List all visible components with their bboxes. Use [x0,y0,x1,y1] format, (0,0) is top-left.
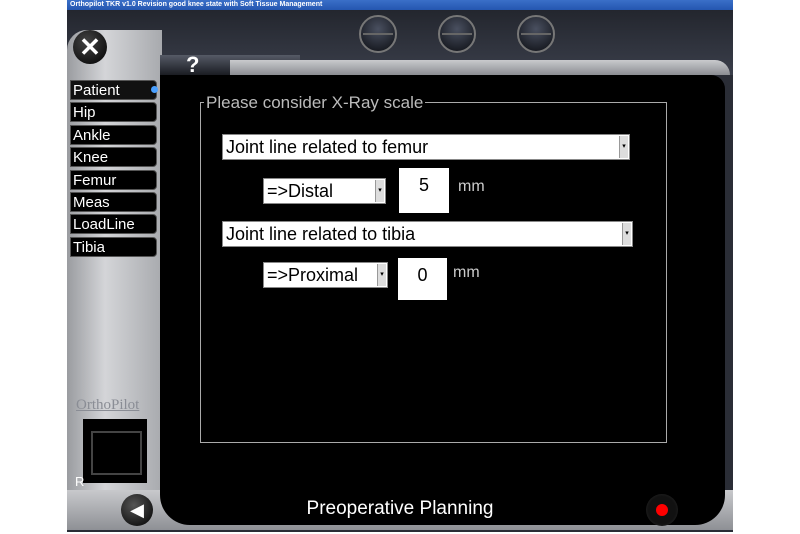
sidebar-item-loadline[interactable]: LoadLine [70,214,157,234]
dropdown-arrow-icon: ▾ [375,180,384,202]
femur-select-value: Joint line related to femur [226,137,429,157]
group-title: Please consider X-Ray scale [204,93,426,113]
femur-unit-label: mm [458,178,485,195]
selected-indicator-icon [151,86,158,93]
sidebar-item-hip[interactable]: Hip [70,102,157,122]
dropdown-arrow-icon: ▾ [622,223,631,245]
tibia-direction-select[interactable]: =>Proximal ▾ [263,262,388,288]
record-button[interactable] [646,494,678,526]
title-bar: Orthopilot TKR v1.0 Revision good knee s… [67,0,733,10]
sidebar-item-patient[interactable]: Patient [70,80,157,100]
femur-joint-line-select[interactable]: Joint line related to femur ▾ [222,134,630,160]
knob-button-1[interactable] [359,15,397,53]
tibia-unit-label: mm [453,264,480,281]
orthopilot-logo: OrthoPilot [76,397,140,413]
arrow-left-icon: ◀ [130,500,144,520]
dropdown-arrow-icon: ▾ [619,136,628,158]
x-icon: ✕ [79,32,101,62]
help-button[interactable]: ? [186,52,199,78]
knob-button-2[interactable] [438,15,476,53]
knob-button-3[interactable] [517,15,555,53]
back-button[interactable]: ◀ [121,494,153,526]
status-label: Preoperative Planning [306,498,494,519]
femur-direction-select[interactable]: =>Distal ▾ [263,178,386,204]
sidebar-item-ankle[interactable]: Ankle [70,125,157,145]
sidebar-item-tibia[interactable]: Tibia [70,237,157,257]
tibia-direction-value: =>Proximal [267,265,359,285]
tibia-mm-input[interactable]: 0 [398,258,447,300]
preview-frame [91,431,142,475]
sidebar-item-knee[interactable]: Knee [70,147,157,167]
sidebar-item-meas[interactable]: Meas [70,192,157,212]
top-panel-right [230,60,730,75]
tibia-joint-line-select[interactable]: Joint line related to tibia ▾ [222,221,633,247]
femur-mm-input[interactable]: 5 [399,168,449,213]
close-button[interactable]: ✕ [73,30,107,64]
sidebar-item-femur[interactable]: Femur [70,170,157,190]
tibia-select-value: Joint line related to tibia [226,224,416,244]
side-label: R [75,474,85,489]
femur-direction-value: =>Distal [267,181,334,201]
dropdown-arrow-icon: ▾ [377,264,386,286]
